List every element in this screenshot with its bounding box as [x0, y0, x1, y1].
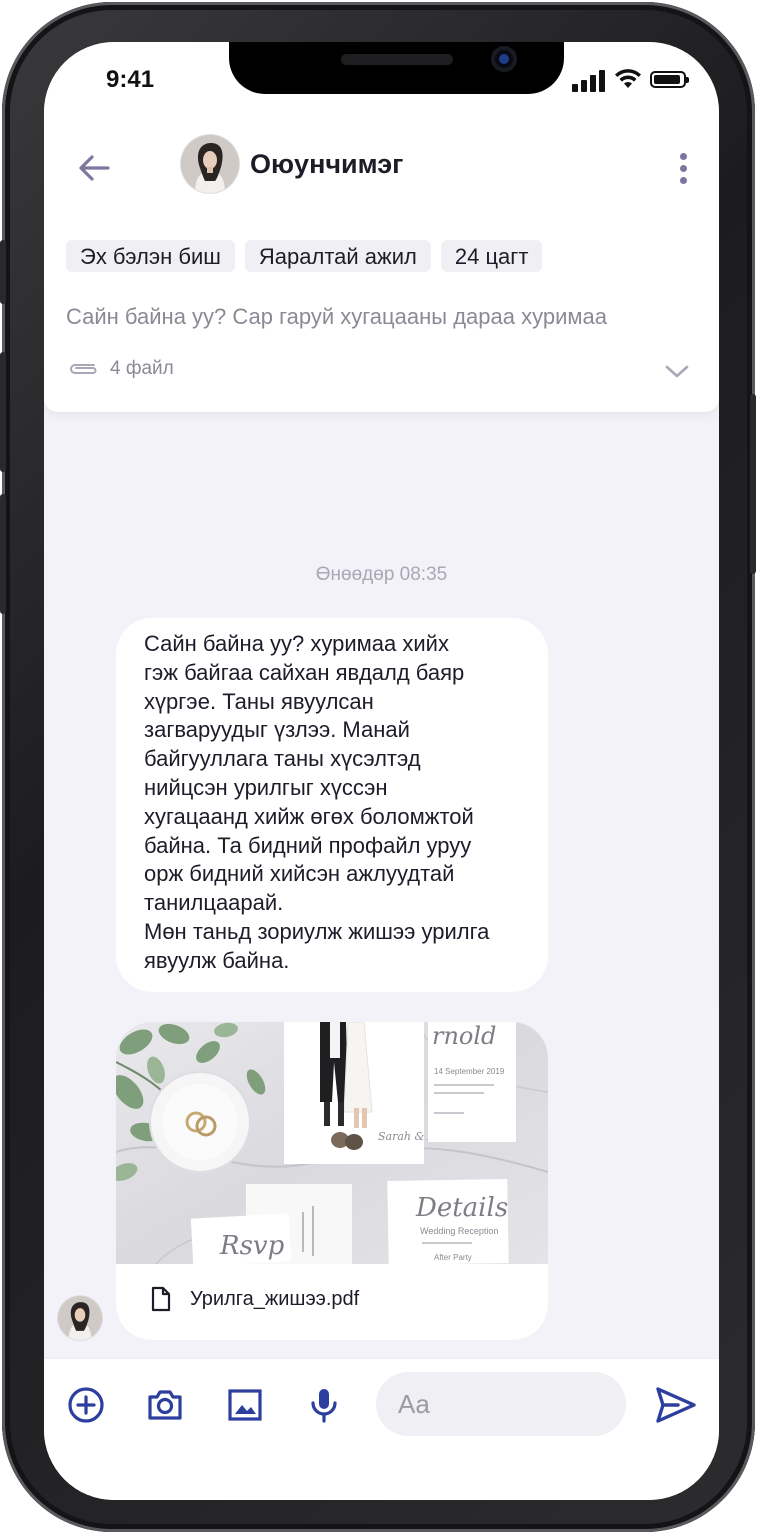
message-input-bar	[44, 1358, 719, 1500]
order-tags: Эх бэлэн биш Яаралтай ажил 24 цагт	[66, 240, 543, 272]
side-button-volume-down	[0, 494, 6, 614]
notch	[229, 42, 564, 94]
side-button-volume-up	[0, 352, 6, 472]
reception-text: Wedding Reception	[420, 1226, 498, 1236]
message-text: Сайн байна уу? хуримаа хийх гэж байгаа с…	[144, 631, 490, 973]
tag-urgent: Яаралтай ажил	[244, 240, 431, 272]
invitation-photo[interactable]: Sarah & Arnold rnold 14 September 2019 D…	[116, 1022, 548, 1264]
back-arrow-icon[interactable]	[76, 150, 112, 186]
attachment-card[interactable]: Sarah & Arnold rnold 14 September 2019 D…	[116, 1022, 548, 1340]
plus-circle-icon[interactable]	[66, 1385, 106, 1425]
message-input[interactable]	[376, 1372, 626, 1436]
avatar-portrait	[181, 135, 239, 193]
message-date-label: Өнөөдөр 08:35	[315, 564, 448, 585]
pdf-file-name: Урилга_жишээ.pdf	[190, 1287, 360, 1310]
chevron-down-icon[interactable]	[664, 358, 690, 384]
side-button-power	[750, 394, 756, 574]
send-icon[interactable]	[654, 1383, 698, 1427]
phone-frame: 9:41 Оюунчимэг Эх бэлэн биш Яаралтай ажи…	[0, 2, 756, 1532]
front-camera	[491, 46, 517, 72]
details-script-text: Details	[415, 1193, 508, 1223]
side-button-mute	[0, 240, 6, 304]
date-line-text: 14 September 2019	[434, 1067, 505, 1076]
tag-24-hours: 24 цагт	[440, 240, 543, 272]
sender-avatar[interactable]	[58, 1296, 102, 1340]
after-party-text: After Party	[434, 1253, 472, 1262]
status-time: 9:41	[106, 66, 155, 93]
microphone-icon[interactable]	[304, 1385, 344, 1425]
pdf-file-row[interactable]: Урилга_жишээ.pdf	[150, 1286, 359, 1312]
file-icon	[151, 1286, 171, 1312]
conversation-header: 9:41 Оюунчимэг Эх бэлэн биш Яаралтай ажи…	[44, 42, 719, 412]
more-vertical-icon[interactable]	[672, 150, 696, 186]
sender-avatar-portrait	[58, 1296, 102, 1340]
request-preview-text: Сайн байна уу? Сар гаруй хугацааны дараа…	[66, 304, 607, 329]
message-bubble: Сайн байна уу? хуримаа хийх гэж байгаа с…	[116, 618, 548, 992]
paperclip-icon	[70, 364, 97, 374]
name-script-text: rnold	[432, 1022, 496, 1050]
contact-avatar[interactable]	[181, 135, 239, 193]
contact-name[interactable]: Оюунчимэг	[250, 149, 403, 180]
phone-screen: 9:41 Оюунчимэг Эх бэлэн биш Яаралтай ажи…	[44, 42, 719, 1500]
tag-not-ready: Эх бэлэн биш	[66, 240, 235, 272]
status-icons	[570, 68, 690, 92]
camera-icon[interactable]	[145, 1385, 185, 1425]
speaker-grille	[341, 54, 453, 65]
wifi-icon	[615, 69, 641, 88]
attached-files-row[interactable]: 4 файл	[66, 358, 174, 380]
battery-icon	[650, 71, 689, 88]
file-count: 4 файл	[110, 358, 174, 379]
image-icon[interactable]	[225, 1385, 265, 1425]
rsvp-script-text: Rsvp	[219, 1231, 285, 1261]
